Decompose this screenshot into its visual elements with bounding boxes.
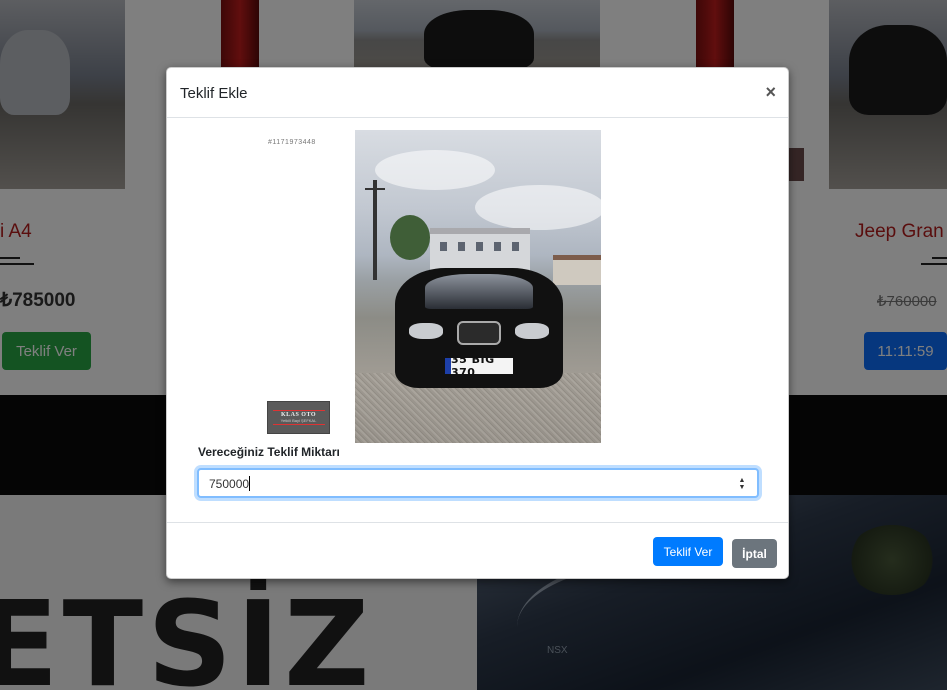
logo-subtitle: Yetkili Bayi ŞEFKAL (280, 418, 317, 423)
submit-offer-button[interactable]: Teklif Ver (653, 537, 723, 566)
offer-modal: Teklif Ekle × #1171973448 35 BIG 370 KLA… (166, 67, 789, 579)
modal-header: Teklif Ekle × (167, 68, 788, 118)
number-spinner-icon[interactable]: ▲ ▼ (737, 476, 747, 491)
tree-shape (390, 215, 430, 260)
headlight-left (409, 323, 443, 339)
cloud-shape (375, 150, 495, 190)
car-body: 35 BIG 370 (395, 268, 563, 388)
cloud-shape (475, 185, 601, 230)
bid-amount-value[interactable]: 750000 (209, 477, 249, 491)
utility-pole (373, 180, 377, 280)
license-plate: 35 BIG 370 (445, 353, 513, 379)
car-grille (457, 321, 501, 345)
car-photo: 35 BIG 370 (355, 130, 601, 443)
cancel-button[interactable]: İptal (732, 539, 777, 568)
bid-amount-label: Vereceğiniz Teklif Miktarı (198, 445, 340, 459)
close-icon[interactable]: × (765, 82, 776, 103)
utility-pole-arm (365, 188, 385, 190)
bid-amount-input[interactable]: 750000 ▲ ▼ (197, 468, 759, 498)
modal-footer: Teklif Ver İptal (167, 522, 788, 580)
dealer-logo: KLAS OTO Yetkili Bayi ŞEFKAL (267, 401, 330, 434)
windshield (425, 274, 533, 309)
headlight-right (515, 323, 549, 339)
text-caret (249, 476, 250, 491)
modal-title: Teklif Ekle (180, 85, 248, 102)
house-shape (553, 255, 601, 285)
listing-id: #1171973448 (268, 139, 316, 146)
